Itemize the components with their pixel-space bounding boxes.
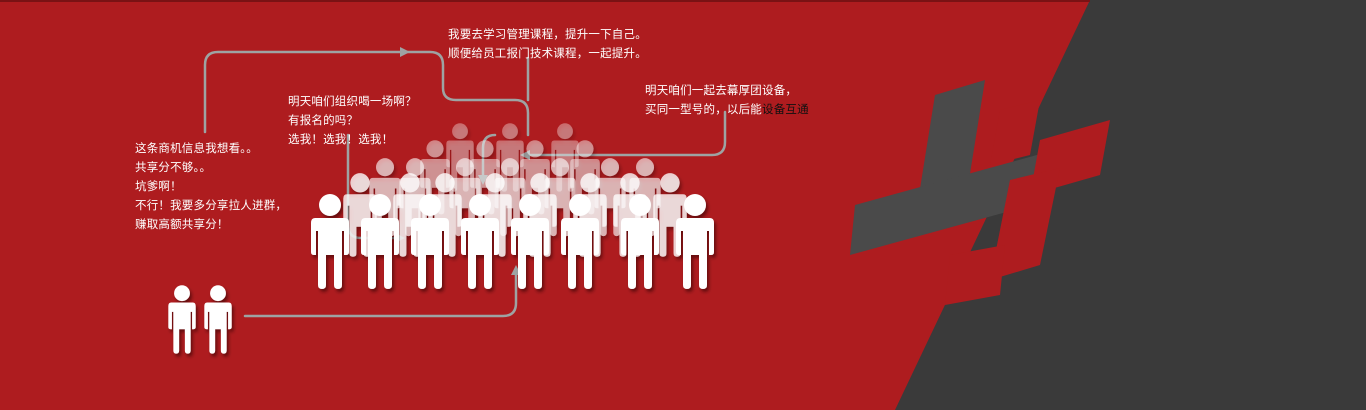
note-top-line-2: 顺便给员工报门技术课程，一起提升。 bbox=[448, 46, 647, 60]
note-right: 明天咱们一起去幕厚团设备， 买同一型号的，以后能设备互通 bbox=[645, 81, 809, 119]
person-figure bbox=[204, 285, 232, 354]
note-middle-line-1: 明天咱们组织喝一场啊？ bbox=[288, 94, 417, 108]
connector-top-to-crowd bbox=[400, 50, 530, 137]
note-middle-line-2: 有报名的吗？ bbox=[288, 113, 359, 127]
note-right-line-2: 买同一型号的，以后能设备互通 bbox=[645, 100, 809, 119]
note-right-line-2-prefix: 买同一型号的，以后能 bbox=[645, 102, 762, 116]
top-strip bbox=[0, 0, 1090, 2]
note-middle-line-3: 选我！选我！选我！ bbox=[288, 132, 394, 146]
note-right-highlight: 设备互通 bbox=[762, 102, 809, 116]
note-left-line-4: 不行！我要多分享拉人进群， bbox=[135, 198, 288, 212]
note-middle: 明天咱们组织喝一场啊？ 有报名的吗？ 选我！选我！选我！ bbox=[288, 92, 417, 149]
note-left: 这条商机信息我想看。。 共享分不够。。 坑爹啊！ 不行！我要多分享拉人进群， 赚… bbox=[135, 139, 287, 234]
note-top-line-1: 我要去学习管理课程，提升一下自己。 bbox=[448, 27, 647, 41]
two-people-icon bbox=[168, 285, 232, 354]
note-left-line-1: 这条商机信息我想看。。 bbox=[135, 141, 258, 155]
note-left-line-2: 共享分不够。。 bbox=[135, 160, 212, 174]
note-left-line-5: 赚取高额共享分！ bbox=[135, 217, 229, 231]
note-right-line-1: 明天咱们一起去幕厚团设备， bbox=[645, 83, 798, 97]
note-left-line-3: 坑爹啊！ bbox=[135, 179, 182, 193]
note-top: 我要去学习管理课程，提升一下自己。 顺便给员工报门技术课程，一起提升。 bbox=[448, 25, 647, 63]
person-figure bbox=[168, 285, 196, 354]
person-figure bbox=[676, 194, 714, 289]
